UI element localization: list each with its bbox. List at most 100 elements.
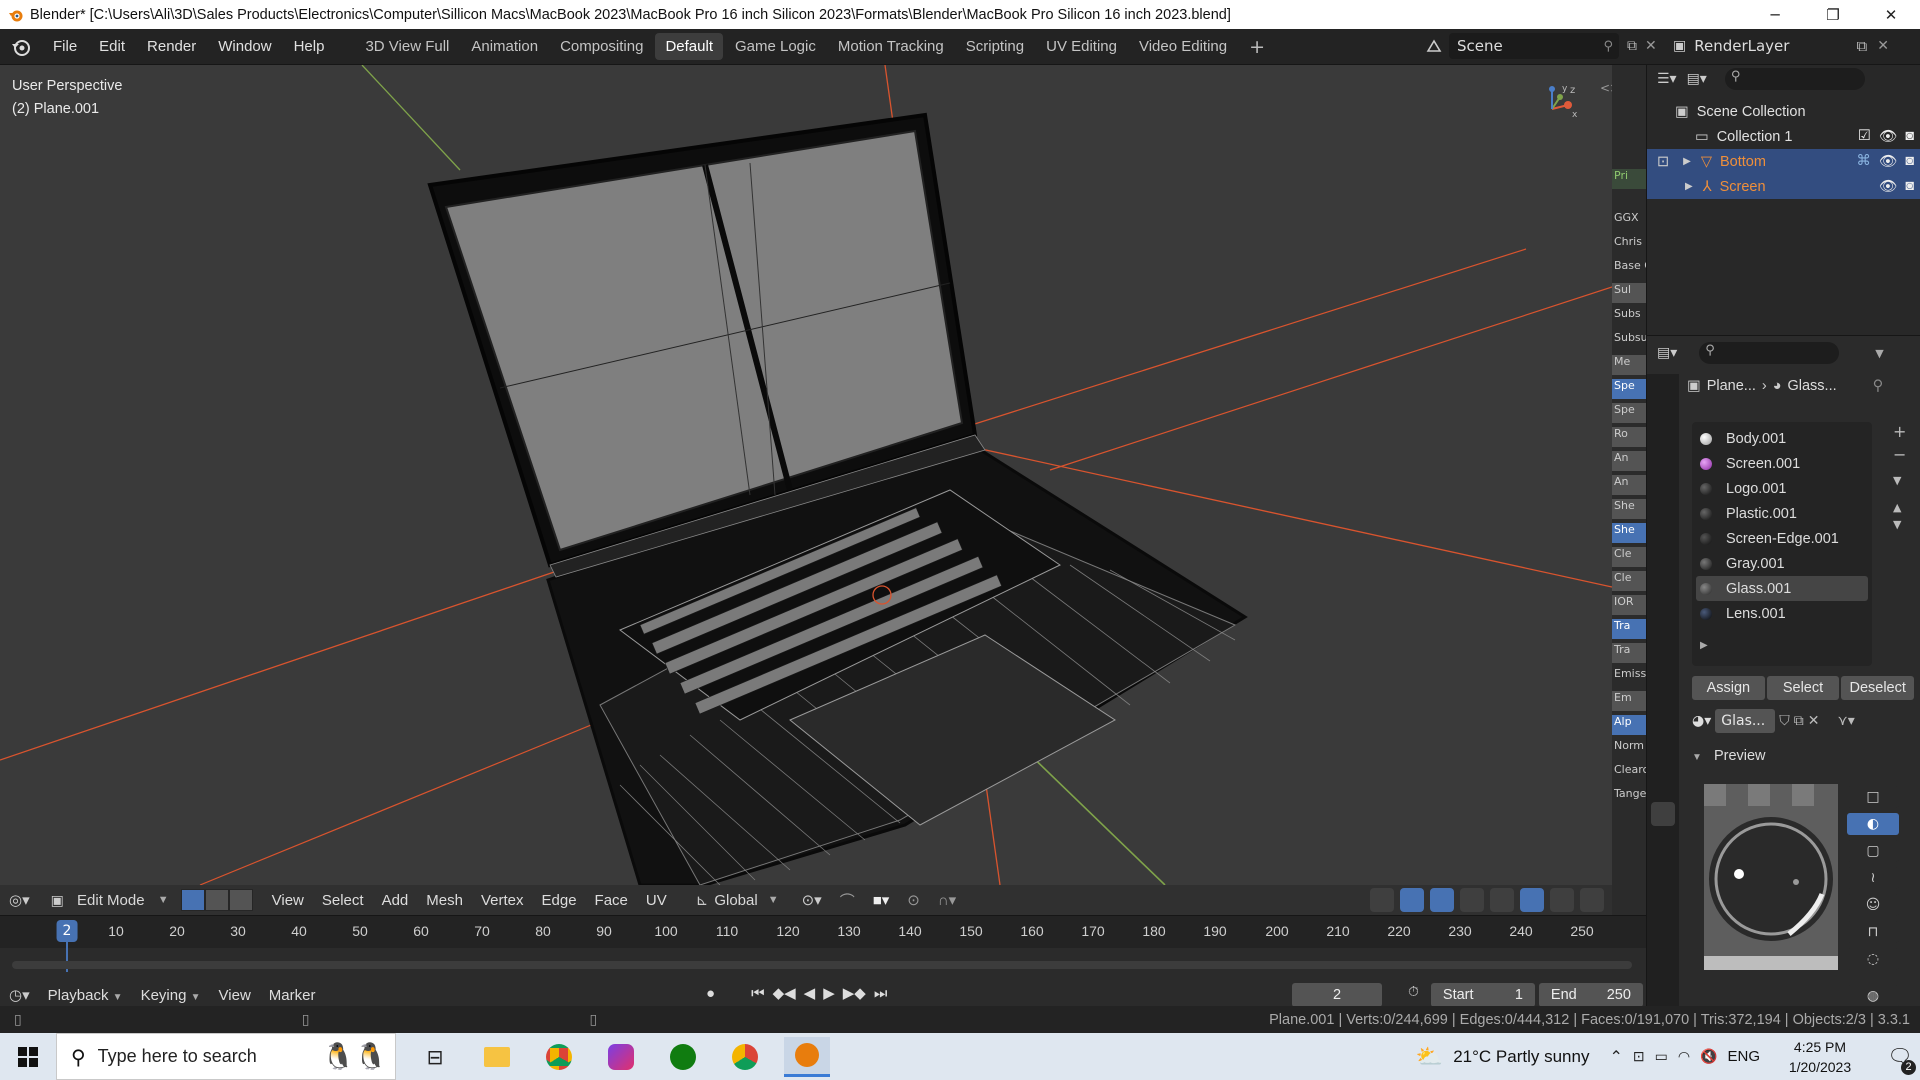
- options-chevron-icon[interactable]: ▼: [1875, 347, 1883, 360]
- start-button[interactable]: [0, 1033, 56, 1080]
- battery-icon[interactable]: ▭: [1655, 1048, 1668, 1065]
- object-tab-icon[interactable]: [1651, 592, 1675, 616]
- overlay-toggle-icon[interactable]: [1430, 888, 1454, 912]
- current-frame-indicator[interactable]: 2: [56, 920, 78, 942]
- modifier-icon[interactable]: ⌘: [1856, 153, 1871, 170]
- remove-view-layer-icon[interactable]: ✕: [1877, 38, 1889, 54]
- viewport-scene[interactable]: [0, 65, 1612, 885]
- taskbar-search-input[interactable]: ⚲ Type here to search 🐧🐧: [56, 1033, 396, 1080]
- menu-view[interactable]: View: [263, 892, 313, 909]
- strip-row-2[interactable]: Chris: [1612, 235, 1646, 255]
- preview-hair-icon[interactable]: ≀: [1847, 867, 1899, 889]
- new-view-layer-icon[interactable]: ⧉: [1857, 37, 1868, 55]
- menu-playback[interactable]: Playback ▼: [39, 987, 132, 1004]
- add-slot-button[interactable]: +: [1893, 422, 1906, 441]
- outliner-object-screen[interactable]: ▶ ⅄ Screen 👁 ◙: [1647, 174, 1920, 199]
- camera-icon[interactable]: ◙: [1905, 153, 1914, 170]
- snap-icon[interactable]: ⌒: [831, 890, 864, 911]
- language-indicator[interactable]: ENG: [1727, 1048, 1760, 1065]
- preview-cube-icon[interactable]: ▢: [1847, 840, 1899, 862]
- solid-shading-icon[interactable]: [1520, 888, 1544, 912]
- menu-keying[interactable]: Keying ▼: [132, 987, 210, 1004]
- scene-tab-icon[interactable]: [1651, 522, 1675, 546]
- strip-row-4[interactable]: Sul: [1612, 283, 1646, 303]
- strip-row-5[interactable]: Subs: [1612, 307, 1646, 327]
- snap-target-icon[interactable]: ■▾: [864, 891, 899, 909]
- blender-taskbar-icon[interactable]: [784, 1036, 830, 1077]
- wifi-icon[interactable]: ◠: [1678, 1048, 1690, 1065]
- strip-row-14[interactable]: She: [1612, 523, 1646, 543]
- instagram-icon[interactable]: [598, 1037, 644, 1077]
- outliner-scene-collection[interactable]: ▣ Scene Collection: [1647, 99, 1920, 124]
- material-slot-item-selected[interactable]: Glass.001: [1696, 576, 1868, 601]
- outliner-collection-1[interactable]: ▭ Collection 1 ☑ 👁 ◙: [1647, 124, 1920, 149]
- preview-world-icon[interactable]: ◍: [1847, 985, 1899, 1007]
- timeline-ruler[interactable]: 2 10 20 30 40 50 60 70 80 90 100 110 120…: [0, 916, 1646, 948]
- gizmo-toggle-icon[interactable]: [1400, 888, 1424, 912]
- preview-flat-icon[interactable]: □: [1847, 786, 1899, 808]
- pin-icon[interactable]: ⚲: [1873, 378, 1884, 394]
- material-slot-item[interactable]: Screen-Edge.001: [1692, 526, 1872, 551]
- deselect-button[interactable]: Deselect: [1841, 676, 1915, 700]
- xray-toggle-icon[interactable]: [1460, 888, 1484, 912]
- exclude-checkbox[interactable]: ☑: [1858, 128, 1871, 145]
- wireframe-shading-icon[interactable]: [1490, 888, 1514, 912]
- camera-icon[interactable]: ◙: [1905, 178, 1914, 195]
- menu-face[interactable]: Face: [586, 892, 637, 909]
- link-mode-icon[interactable]: ⋎▾: [1837, 713, 1854, 729]
- preview-fluid-icon[interactable]: ◌: [1847, 948, 1899, 970]
- close-button[interactable]: ✕: [1862, 0, 1920, 29]
- material-slot-item[interactable]: Gray.001: [1692, 551, 1872, 576]
- filter-icon[interactable]: ▤▾: [1687, 71, 1707, 87]
- mode-selector[interactable]: ▣ Edit Mode ▼: [45, 888, 175, 912]
- particles-tab-icon[interactable]: [1651, 662, 1675, 686]
- strip-row-3[interactable]: Base C: [1612, 259, 1646, 279]
- menu-help[interactable]: Help: [283, 38, 336, 55]
- eye-icon[interactable]: 👁: [1879, 178, 1897, 195]
- edge-select-button[interactable]: [204, 889, 229, 911]
- remove-scene-icon[interactable]: ✕: [1645, 38, 1657, 54]
- move-up-icon[interactable]: ▲: [1893, 501, 1906, 514]
- view-layer-icon[interactable]: ▣: [1673, 38, 1686, 54]
- navigation-gizmo[interactable]: z y x: [1530, 79, 1580, 129]
- strip-row-25[interactable]: Tange: [1612, 787, 1646, 807]
- material-shading-icon[interactable]: [1550, 888, 1574, 912]
- chrome-profile-icon[interactable]: [722, 1037, 768, 1077]
- expand-arrow-icon[interactable]: ▶: [1685, 181, 1693, 192]
- editor-type-icon[interactable]: ◎▾: [0, 891, 39, 909]
- material-browse-icon[interactable]: ◕▾: [1692, 713, 1711, 729]
- preview-sphere-icon[interactable]: ◐: [1847, 813, 1899, 835]
- strip-row-15[interactable]: Cle: [1612, 547, 1646, 567]
- editor-type-icon[interactable]: ◷▾: [0, 986, 39, 1004]
- outliner-search-input[interactable]: ⚲: [1724, 68, 1865, 90]
- stopwatch-icon[interactable]: ⏱: [1408, 983, 1419, 1007]
- menu-mesh[interactable]: Mesh: [417, 892, 472, 909]
- clock[interactable]: 4:25 PM 1/20/2023: [1770, 1037, 1870, 1077]
- eye-icon[interactable]: 👁: [1879, 153, 1897, 170]
- strip-row-20[interactable]: Emiss: [1612, 667, 1646, 687]
- 3d-viewport[interactable]: User Perspective (2) Plane.001 z y x <>: [0, 65, 1612, 885]
- unlink-material-icon[interactable]: ✕: [1808, 713, 1820, 729]
- tab-animation[interactable]: Animation: [461, 33, 548, 60]
- strip-row-17[interactable]: IOR: [1612, 595, 1646, 615]
- chrome-icon[interactable]: [536, 1037, 582, 1077]
- edit-mode-toggle-icon[interactable]: ⊡: [1657, 154, 1669, 170]
- menu-file[interactable]: File: [42, 38, 88, 55]
- material-slot-item[interactable]: Logo.001: [1692, 476, 1872, 501]
- data-tab-icon[interactable]: [1651, 767, 1675, 791]
- menu-marker[interactable]: Marker: [260, 987, 325, 1004]
- weather-widget[interactable]: ⛅ 21°C Partly sunny: [1416, 1044, 1590, 1070]
- record-icon[interactable]: ●: [706, 985, 715, 1002]
- material-slot-item[interactable]: Screen.001: [1692, 451, 1872, 476]
- face-select-button[interactable]: [228, 889, 253, 911]
- xbox-icon[interactable]: [660, 1037, 706, 1077]
- strip-row-10[interactable]: Ro: [1612, 427, 1646, 447]
- tab-uv-editing[interactable]: UV Editing: [1036, 33, 1127, 60]
- blender-menu-icon[interactable]: [10, 36, 32, 58]
- list-expand-arrow-icon[interactable]: ▶: [1700, 640, 1872, 651]
- material-slot-item[interactable]: Body.001: [1692, 426, 1872, 451]
- menu-select[interactable]: Select: [313, 892, 373, 909]
- task-view-icon[interactable]: ⊟: [412, 1037, 458, 1077]
- duplicate-material-icon[interactable]: ⧉: [1794, 713, 1804, 729]
- vertex-select-button[interactable]: [180, 889, 205, 911]
